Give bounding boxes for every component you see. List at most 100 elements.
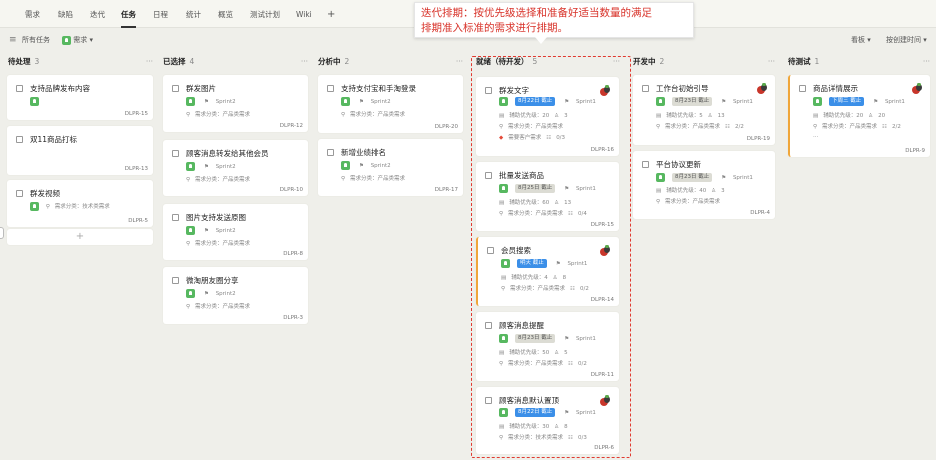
card-priority: 辅助优先级：40 (666, 188, 707, 194)
more-icon[interactable]: ··· (768, 55, 775, 69)
all-tasks-filter[interactable]: 所有任务 (22, 28, 50, 52)
card-checkbox[interactable] (16, 136, 23, 143)
tab-iterations[interactable]: 迭代 (90, 0, 105, 28)
card-people: 20 (878, 113, 886, 119)
sort-selector[interactable]: 按创建时间 ▾ (886, 28, 927, 52)
card-id: DLPR-17 (434, 187, 458, 193)
column-header-selected: 已选择 4 ··· (163, 55, 308, 69)
card-dlpr-4[interactable]: 平台协议更新 8月23日 截止 ⚑ Sprint1 ▤ 辅助优先级：40 ♙ 3 ⚲ 需求… (633, 151, 775, 219)
list-icon: ▤ (656, 188, 662, 194)
card-checkbox[interactable] (16, 190, 23, 197)
view-selector[interactable]: 看板 ▾ (851, 28, 871, 52)
column-count: 1 (814, 57, 820, 66)
card-dlpr-19[interactable]: 工作台初始引导 8月23日 截止 ⚑ Sprint1 ▤ 辅助优先级：5 ♙ 13 ⚲ 需… (633, 75, 775, 145)
card-checkbox[interactable] (642, 161, 649, 168)
add-tab-button[interactable]: + (327, 0, 335, 28)
column-title: 待测试 (788, 57, 811, 66)
column-count: 3 (34, 57, 40, 66)
avatar (912, 83, 923, 94)
card-checkbox[interactable] (172, 85, 179, 92)
sidebar-toggle[interactable] (0, 227, 4, 239)
more-icon[interactable]: ··· (456, 55, 463, 69)
card-dlpr-17[interactable]: 新增业绩排名 ⚑ Sprint2 ⚲ 需求分类：产品类需求 DLPR-17 (318, 139, 463, 196)
card-id: DLPR-3 (283, 315, 303, 321)
card-sprint: Sprint1 (732, 98, 753, 105)
bulb-icon (186, 162, 195, 171)
pin-icon: ⚲ (186, 177, 191, 183)
tab-test-plan[interactable]: 测试计划 (250, 0, 280, 28)
card-checkbox[interactable] (642, 85, 649, 92)
view-label: 看板 (851, 36, 865, 44)
more-icon[interactable]: ··· (146, 55, 153, 69)
list-icon: ▤ (656, 113, 662, 119)
card-dlpr-13[interactable]: 双11商品打标 DLPR-13 (7, 126, 153, 175)
card-checkbox[interactable] (172, 150, 179, 157)
bulb-icon (656, 97, 665, 106)
card-checkbox[interactable] (327, 85, 334, 92)
sprint-icon: ⚑ (359, 98, 364, 105)
annotation-line-2: 排期准入标准的需求进行排期。 (421, 22, 568, 34)
chevron-down-icon: ▾ (867, 36, 871, 44)
card-title: 支持支付宝和手淘登录 (341, 84, 416, 93)
bulb-icon (813, 97, 822, 106)
card-title: 工作台初始引导 (656, 84, 709, 93)
card-category: 需求分类：产品类需求 (665, 124, 721, 130)
card-dlpr-3[interactable]: 微淘朋友圈分享 ⚑ Sprint2 ⚲ 需求分类：产品类需求 DLPR-3 (163, 267, 308, 324)
card-dlpr-12[interactable]: 群发图片 ⚑ Sprint2 ⚲ 需求分类：产品类需求 DLPR-12 (163, 75, 308, 132)
bulb-icon (62, 35, 71, 45)
chevron-down-icon: ▾ (923, 36, 927, 44)
column-title: 待处理 (8, 57, 31, 66)
card-checkbox[interactable] (799, 85, 806, 92)
tab-tasks[interactable]: 任务 (121, 0, 136, 28)
card-checkbox[interactable] (172, 277, 179, 284)
tab-schedule[interactable]: 日程 (153, 0, 168, 28)
card-dlpr-8[interactable]: 图片支持发送原图 ⚑ Sprint2 ⚲ 需求分类：产品类需求 DLPR-8 (163, 204, 308, 260)
more-icon[interactable]: ··· (301, 55, 308, 69)
tab-wiki[interactable]: Wiki (296, 0, 312, 28)
column-count: 4 (189, 57, 195, 66)
card-checkbox[interactable] (16, 85, 23, 92)
tab-requirements[interactable]: 需求 (25, 0, 40, 28)
card-dlpr-15[interactable]: 支持品牌发布内容 DLPR-15 (7, 75, 153, 120)
menu-icon[interactable]: ≡ (9, 28, 17, 52)
more-icon[interactable]: ··· (923, 55, 930, 69)
card-category: 需求分类：产品类需求 (195, 177, 251, 183)
card-sprint: Sprint2 (215, 227, 236, 234)
add-card-button[interactable]: + (7, 229, 153, 245)
card-id: DLPR-13 (124, 166, 148, 172)
sprint-icon: ⚑ (204, 227, 209, 234)
card-id: DLPR-15 (124, 111, 148, 117)
column-count: 2 (659, 57, 665, 66)
card-dlpr-5[interactable]: 群发视频 ⚲ 需求分类：技术类需求 DLPR-5 (7, 180, 153, 227)
type-filter[interactable]: 需求 ▾ (62, 28, 93, 52)
bulb-icon (30, 97, 39, 106)
column-header-dev: 开发中 2 ··· (633, 55, 775, 69)
bulb-icon (341, 97, 350, 106)
people-icon: ♙ (868, 113, 874, 119)
tab-statistics[interactable]: 统计 (186, 0, 201, 28)
card-sprint: Sprint2 (370, 162, 391, 169)
card-id: DLPR-10 (279, 187, 303, 193)
tab-defects[interactable]: 缺陷 (58, 0, 73, 28)
card-id: DLPR-9 (905, 148, 925, 154)
card-priority: 辅助优先级：20 (823, 113, 864, 119)
column-header-analysis: 分析中 2 ··· (318, 55, 463, 69)
card-id: DLPR-5 (128, 218, 148, 224)
column-header-test: 待测试 1 ··· (788, 55, 930, 69)
card-sprint: Sprint2 (215, 290, 236, 297)
due-date-badge: 8月23日 截止 (672, 97, 713, 106)
card-checkbox[interactable] (327, 149, 334, 156)
tab-overview[interactable]: 概览 (218, 0, 233, 28)
card-category: 需求分类：产品类需求 (350, 176, 406, 182)
sort-label: 按创建时间 (886, 36, 921, 44)
bulb-icon (341, 161, 350, 170)
card-priority: 辅助优先级：5 (666, 113, 703, 119)
card-dlpr-10[interactable]: 顾客消息转发给其他会员 ⚑ Sprint2 ⚲ 需求分类：产品类需求 DLPR-1… (163, 140, 308, 196)
card-category: 需求分类：产品类需求 (195, 241, 251, 247)
card-id: DLPR-8 (283, 251, 303, 257)
card-checkbox[interactable] (172, 214, 179, 221)
sprint-icon: ⚑ (359, 162, 364, 169)
card-dlpr-20[interactable]: 支持支付宝和手淘登录 ⚑ Sprint2 ⚲ 需求分类：产品类需求 DLPR-20 (318, 75, 463, 133)
card-dlpr-9[interactable]: 商品详情展示 下周三 截止 ⚑ Sprint1 ▤ 辅助优先级：20 ♙ 20 ⚲ 需求分… (788, 75, 930, 157)
list-icon: ▤ (813, 113, 819, 119)
